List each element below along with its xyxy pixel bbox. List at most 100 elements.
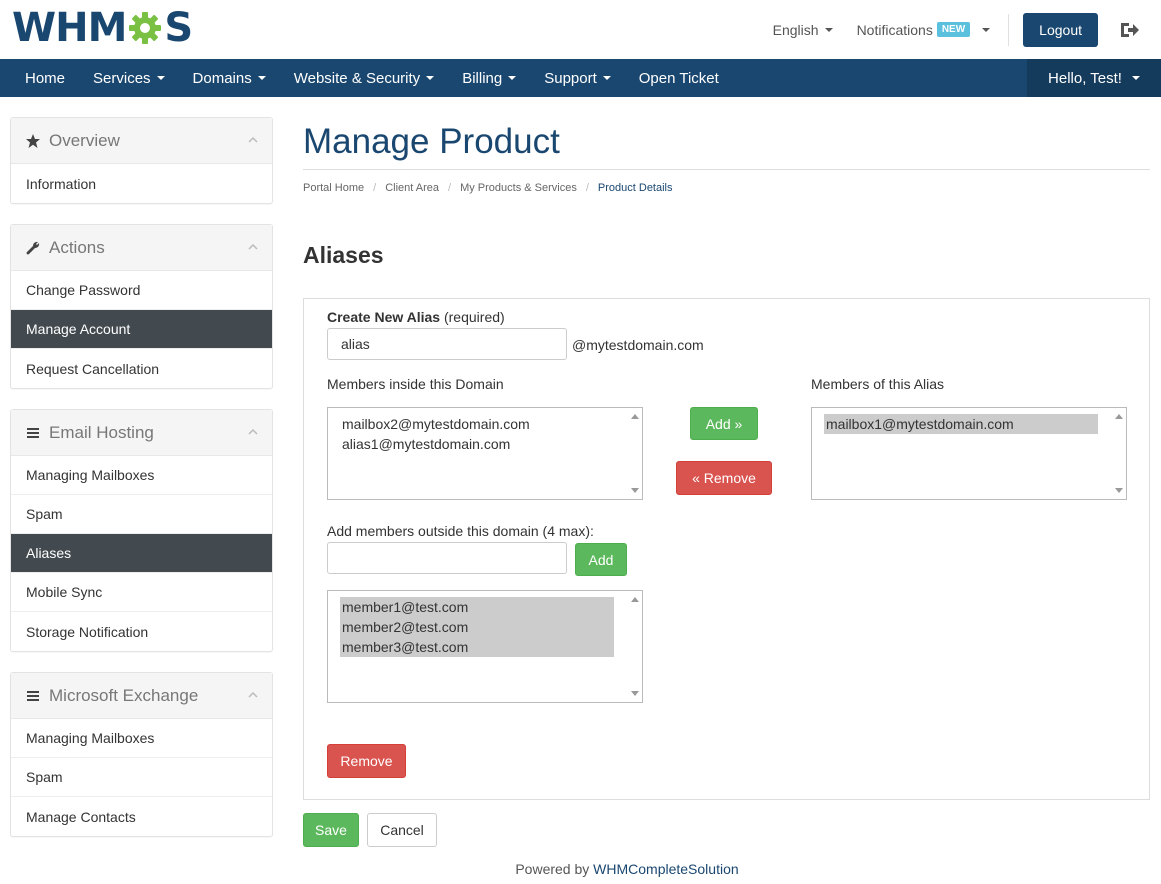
logo-text-left: WHM — [12, 5, 127, 51]
sidebar-item-mobile-sync[interactable]: Mobile Sync — [11, 573, 272, 612]
scroll-up-icon[interactable] — [631, 597, 639, 602]
sign-out-icon[interactable] — [1118, 19, 1140, 41]
nav-domains-label: Domains — [192, 69, 252, 87]
notifications-label: Notifications — [856, 21, 933, 38]
nav-website-security[interactable]: Website & Security — [280, 59, 448, 97]
list-item[interactable]: member2@test.com — [340, 617, 614, 637]
sidebar-item-label: Change Password — [26, 282, 141, 298]
sidebar-item-storage-notification[interactable]: Storage Notification — [11, 612, 272, 651]
sidebar-item-label: Spam — [26, 769, 63, 785]
panel-email-hosting-header[interactable]: Email Hosting — [11, 410, 272, 456]
nav-services-label: Services — [93, 69, 151, 87]
panel-microsoft-exchange: Microsoft Exchange Managing Mailboxes Sp… — [10, 672, 273, 837]
nav-billing-label: Billing — [462, 69, 503, 87]
panel-actions-header[interactable]: Actions — [11, 225, 272, 271]
menu-icon — [27, 427, 39, 438]
breadcrumb-separator: / — [448, 182, 452, 194]
sidebar-item-manage-contacts[interactable]: Manage Contacts — [11, 797, 272, 836]
sidebar-item-aliases[interactable]: Aliases — [11, 534, 272, 573]
remove-outside-member-button[interactable]: Remove — [327, 744, 406, 778]
create-alias-label: Create New Alias (required) — [327, 309, 505, 325]
cancel-button[interactable]: Cancel — [367, 813, 437, 847]
chevron-up-icon[interactable] — [248, 690, 258, 700]
nav-services[interactable]: Services — [79, 59, 179, 97]
nav-support-label: Support — [544, 69, 597, 87]
breadcrumb: Portal Home / Client Area / My Products … — [303, 182, 1150, 194]
user-menu[interactable]: Hello, Test! — [1027, 59, 1161, 97]
chevron-down-icon — [602, 76, 611, 80]
sidebar-item-label: Spam — [26, 506, 63, 522]
save-button[interactable]: Save — [303, 813, 359, 847]
remove-from-alias-button[interactable]: « Remove — [676, 461, 772, 495]
panel-overview-header[interactable]: Overview — [11, 118, 272, 164]
logout-button[interactable]: Logout — [1023, 12, 1098, 47]
menu-icon — [27, 690, 39, 701]
panel-microsoft-exchange-header[interactable]: Microsoft Exchange — [11, 673, 272, 719]
sidebar-item-label: Mobile Sync — [26, 584, 103, 600]
panel-actions-title: Actions — [49, 237, 105, 257]
sidebar-item-manage-account[interactable]: Manage Account — [11, 310, 272, 349]
sidebar-item-change-password[interactable]: Change Password — [11, 271, 272, 310]
list-item[interactable]: alias1@mytestdomain.com — [340, 434, 642, 454]
add-to-alias-button[interactable]: Add » — [690, 407, 758, 440]
chevron-down-icon — [156, 76, 165, 80]
nav-website-security-label: Website & Security — [293, 69, 421, 87]
language-label: English — [772, 21, 819, 38]
sidebar-item-managing-mailboxes[interactable]: Managing Mailboxes — [11, 456, 272, 495]
outside-member-input[interactable] — [327, 542, 567, 574]
breadcrumb-portal-home[interactable]: Portal Home — [303, 182, 364, 194]
scrollbar[interactable] — [628, 591, 642, 702]
add-outside-member-button[interactable]: Add — [575, 543, 627, 576]
chevron-up-icon[interactable] — [248, 135, 258, 145]
alias-name-input[interactable] — [327, 328, 567, 360]
chevron-up-icon[interactable] — [248, 427, 258, 437]
nav-open-ticket[interactable]: Open Ticket — [625, 59, 733, 97]
members-alias-label: Members of this Alias — [811, 376, 945, 392]
footer-link[interactable]: WHMCompleteSolution — [593, 861, 739, 877]
breadcrumb-separator: / — [585, 182, 589, 194]
scroll-up-icon[interactable] — [631, 414, 639, 419]
create-alias-label-text: Create New Alias — [327, 309, 441, 325]
alias-form-panel: Create New Alias (required) @mytestdomai… — [303, 298, 1150, 800]
notifications-menu[interactable]: Notifications NEW — [857, 22, 991, 38]
scroll-down-icon[interactable] — [631, 488, 639, 493]
sidebar-item-exchange-spam[interactable]: Spam — [11, 758, 272, 797]
scrollbar[interactable] — [1112, 408, 1126, 499]
panel-email-hosting: Email Hosting Managing Mailboxes Spam Al… — [10, 409, 273, 652]
nav-domains[interactable]: Domains — [179, 59, 280, 97]
sidebar-item-label: Storage Notification — [26, 623, 149, 640]
members-alias-listbox[interactable]: mailbox1@mytestdomain.com — [811, 407, 1127, 500]
panel-microsoft-exchange-title: Microsoft Exchange — [49, 685, 199, 705]
page-title: Manage Product — [303, 122, 560, 161]
language-selector[interactable]: English — [773, 22, 833, 38]
scroll-down-icon[interactable] — [631, 691, 639, 696]
chevron-down-icon — [257, 76, 266, 80]
header-divider — [1008, 13, 1010, 46]
logo-text-right: S — [164, 5, 193, 51]
chevron-down-icon — [426, 76, 435, 80]
list-item[interactable]: member1@test.com — [340, 597, 614, 617]
scroll-down-icon[interactable] — [1115, 488, 1123, 493]
sidebar-item-label: Managing Mailboxes — [26, 730, 155, 746]
list-item[interactable]: member3@test.com — [340, 637, 614, 657]
nav-home[interactable]: Home — [11, 59, 79, 97]
chevron-down-icon — [508, 76, 517, 80]
scroll-up-icon[interactable] — [1115, 414, 1123, 419]
list-item[interactable]: mailbox1@mytestdomain.com — [824, 414, 1098, 434]
sidebar-item-spam[interactable]: Spam — [11, 495, 272, 534]
list-item[interactable]: mailbox2@mytestdomain.com — [340, 414, 642, 434]
sidebar-item-request-cancellation[interactable]: Request Cancellation — [11, 349, 272, 388]
sidebar-item-exchange-managing-mailboxes[interactable]: Managing Mailboxes — [11, 719, 272, 758]
whmcs-logo[interactable]: WHM S — [12, 5, 193, 51]
sidebar-item-label: Manage Account — [26, 321, 131, 337]
chevron-up-icon[interactable] — [248, 242, 258, 252]
required-note: (required) — [443, 309, 505, 325]
breadcrumb-my-products[interactable]: My Products & Services — [460, 182, 577, 194]
sidebar-item-information[interactable]: Information — [11, 164, 272, 203]
members-inside-listbox[interactable]: mailbox2@mytestdomain.com alias1@mytestd… — [327, 407, 643, 500]
nav-support[interactable]: Support — [530, 59, 625, 97]
breadcrumb-client-area[interactable]: Client Area — [385, 182, 439, 194]
outside-members-listbox[interactable]: member1@test.com member2@test.com member… — [327, 590, 643, 703]
nav-billing[interactable]: Billing — [448, 59, 530, 97]
scrollbar[interactable] — [628, 408, 642, 499]
